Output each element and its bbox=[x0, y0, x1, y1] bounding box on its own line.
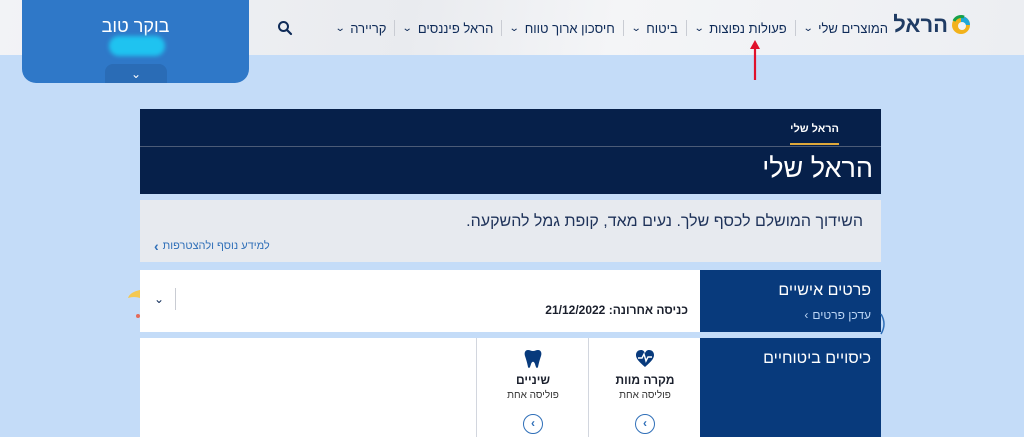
tooth-icon bbox=[524, 350, 542, 368]
greeting-card: בוקר טוב ⌄ bbox=[22, 0, 249, 83]
nav-label: קריירה bbox=[350, 20, 387, 36]
harel-logo[interactable]: הראל bbox=[893, 12, 972, 38]
insurance-coverage-header: כיסויים ביטוחיים bbox=[700, 338, 881, 437]
coverage-card-dental[interactable]: שיניים פוליסה אחת ‹ bbox=[476, 338, 588, 437]
promo-banner: השידוך המושלם לכסף שלך. נעים מאד, קופת ג… bbox=[140, 200, 881, 262]
update-details-label: עדכן פרטים bbox=[812, 308, 871, 322]
main-menu: המוצרים שלי ⌄ פעולות נפוצות ⌄ ביטוח ⌄ חי… bbox=[328, 20, 896, 36]
chevron-down-icon: ⌄ bbox=[630, 22, 642, 34]
personal-details-header: פרטים אישיים ‹ עדכן פרטים bbox=[700, 270, 881, 332]
chevron-down-icon: ⌄ bbox=[802, 22, 814, 34]
nav-label: ביטוח bbox=[646, 20, 678, 36]
chevron-down-icon: ⌄ bbox=[334, 22, 346, 34]
nav-long-term-savings[interactable]: חיסכון ארוך טווח ⌄ bbox=[501, 20, 623, 36]
promo-more-info-link[interactable]: ‹ למידע נוסף ולהצטרפות bbox=[154, 238, 270, 254]
insurance-coverage-cards: מקרה מוות פוליסה אחת ‹ שיניים פוליסה אחת… bbox=[140, 338, 700, 437]
nav-label: חיסכון ארוך טווח bbox=[524, 20, 615, 36]
redacted-username bbox=[109, 36, 165, 56]
nav-my-products[interactable]: המוצרים שלי ⌄ bbox=[794, 20, 896, 36]
logo-mark-icon bbox=[952, 15, 970, 34]
decorative-illustration-icon bbox=[128, 290, 140, 318]
nav-career[interactable]: קריירה ⌄ bbox=[328, 20, 395, 36]
nav-insurance[interactable]: ביטוח ⌄ bbox=[622, 20, 686, 36]
chevron-left-icon: ‹ bbox=[154, 238, 159, 254]
nav-harel-finance[interactable]: הראל פיננסים ⌄ bbox=[394, 20, 501, 36]
coverage-card-label: מקרה מוות bbox=[615, 373, 675, 387]
nav-label: הראל פיננסים bbox=[417, 20, 494, 36]
promo-text: השידוך המושלם לכסף שלך. נעים מאד, קופת ג… bbox=[466, 213, 863, 230]
nav-label: המוצרים שלי bbox=[818, 20, 888, 36]
hero-tab-label[interactable]: הראל שלי bbox=[790, 123, 839, 145]
coverage-card-label: שיניים bbox=[515, 373, 551, 387]
expand-details-button[interactable]: ⌄ bbox=[154, 292, 164, 306]
page-hero: הראל שלי הראל שלי bbox=[140, 109, 881, 194]
divider bbox=[175, 288, 176, 310]
greeting-expand-button[interactable]: ⌄ bbox=[105, 64, 167, 83]
chevron-left-icon: ‹ bbox=[804, 308, 809, 322]
coverage-card-death[interactable]: מקרה מוות פוליסה אחת ‹ bbox=[588, 338, 700, 437]
personal-details-title: פרטים אישיים bbox=[778, 282, 871, 299]
chevron-down-icon: ⌄ bbox=[402, 22, 414, 34]
coverage-card-count: פוליסה אחת bbox=[619, 390, 671, 401]
greeting-text: בוקר טוב bbox=[101, 16, 170, 36]
red-annotation-arrow-icon bbox=[750, 40, 760, 80]
coverage-card-count: פוליסה אחת bbox=[507, 390, 559, 401]
insurance-coverage-title: כיסויים ביטוחיים bbox=[763, 350, 871, 367]
chevron-down-icon: ⌄ bbox=[693, 22, 705, 34]
heart-pulse-icon bbox=[636, 350, 654, 367]
page-title: הראל שלי bbox=[762, 153, 873, 183]
last-login-text: כניסה אחרונה: 21/12/2022 bbox=[545, 303, 688, 317]
logo-text: הראל bbox=[893, 12, 948, 37]
search-icon[interactable] bbox=[277, 20, 293, 36]
update-details-link[interactable]: ‹ עדכן פרטים bbox=[804, 308, 871, 322]
nav-common-actions[interactable]: פעולות נפוצות ⌄ bbox=[685, 20, 795, 36]
personal-details-panel: כניסה אחרונה: 21/12/2022 ⌄ bbox=[140, 270, 700, 332]
hero-divider bbox=[140, 146, 881, 147]
chevron-down-icon: ⌄ bbox=[154, 292, 165, 306]
chevron-down-icon: ⌄ bbox=[130, 66, 142, 81]
coverage-card-open-button[interactable]: ‹ bbox=[635, 414, 655, 434]
decorative-illustration-icon bbox=[880, 313, 885, 335]
promo-link-label: למידע נוסף ולהצטרפות bbox=[162, 240, 270, 252]
nav-label: פעולות נפוצות bbox=[709, 20, 787, 36]
coverage-card-open-button[interactable]: ‹ bbox=[523, 414, 543, 434]
chevron-down-icon: ⌄ bbox=[509, 22, 520, 34]
